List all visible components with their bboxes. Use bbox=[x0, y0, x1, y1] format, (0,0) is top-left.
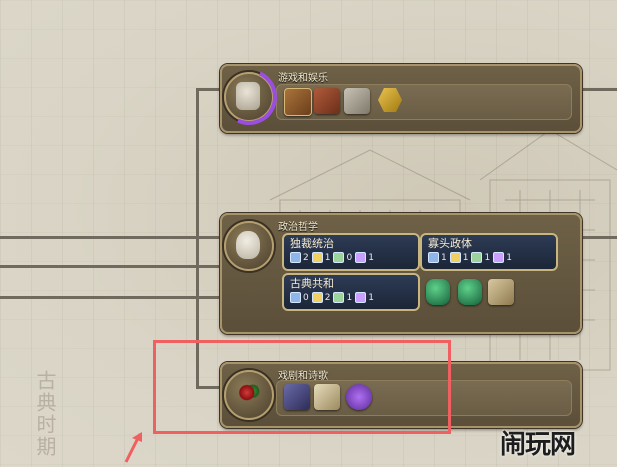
slot-count: 2 bbox=[324, 292, 331, 303]
military-slot-icon bbox=[290, 252, 301, 263]
slot-count: 0 bbox=[303, 292, 309, 303]
slot-count: 1 bbox=[368, 252, 374, 263]
slot-count: 2 bbox=[303, 252, 309, 263]
diplomatic-slot-icon bbox=[333, 252, 345, 263]
government-oligarchy[interactable]: 寡头政体 1 1 1 1 bbox=[420, 233, 558, 271]
building-icon[interactable] bbox=[284, 88, 312, 116]
era-label: 古典时期 bbox=[33, 370, 57, 458]
government-name: 古典共和 bbox=[290, 277, 334, 290]
civic-title: 政治哲学 bbox=[278, 222, 318, 233]
civic-title: 游戏和娱乐 bbox=[278, 73, 328, 84]
policy-card-icon[interactable] bbox=[458, 279, 482, 305]
economic-slot-icon bbox=[449, 252, 461, 263]
diplomatic-slot-icon bbox=[471, 252, 483, 263]
policy-slots: 2 1 0 1 bbox=[290, 252, 374, 263]
military-slot-icon bbox=[428, 252, 439, 263]
slot-count: 1 bbox=[506, 252, 512, 263]
civic-card-politics[interactable]: 政治哲学 独裁统治 2 1 0 1 寡头政体 1 1 1 1 古典共和 0 2 … bbox=[220, 213, 582, 334]
highlight-box bbox=[153, 340, 451, 434]
government-autocracy[interactable]: 独裁统治 2 1 0 1 bbox=[282, 233, 420, 271]
site-watermark: 闹玩网 bbox=[500, 430, 576, 460]
colosseum-icon[interactable] bbox=[344, 88, 370, 114]
slot-count: 1 bbox=[368, 292, 374, 303]
civic-card-games[interactable]: 游戏和娱乐 bbox=[213, 61, 582, 133]
district-icon[interactable] bbox=[314, 88, 340, 114]
government-name: 独裁统治 bbox=[290, 237, 334, 250]
policy-slots: 1 1 1 1 bbox=[428, 252, 512, 263]
military-slot-icon bbox=[290, 292, 301, 303]
diplomatic-slot-icon bbox=[333, 292, 345, 303]
connector-line bbox=[580, 88, 617, 91]
government-classical-republic[interactable]: 古典共和 0 2 1 1 bbox=[282, 273, 420, 311]
slot-count: 1 bbox=[484, 252, 491, 263]
civic-medallion[interactable] bbox=[213, 61, 285, 133]
connector-line bbox=[580, 236, 617, 239]
statue-icon bbox=[236, 82, 260, 110]
slot-count: 1 bbox=[462, 252, 469, 263]
slot-count: 1 bbox=[324, 252, 331, 263]
building-icon[interactable] bbox=[488, 279, 514, 305]
slot-count: 0 bbox=[346, 252, 353, 263]
economic-slot-icon bbox=[311, 252, 323, 263]
slot-count: 1 bbox=[346, 292, 353, 303]
slot-count: 1 bbox=[441, 252, 447, 263]
wildcard-slot-icon bbox=[355, 292, 367, 303]
policy-slots: 0 2 1 1 bbox=[290, 292, 374, 303]
wildcard-slot-icon bbox=[493, 252, 505, 263]
philosopher-bust-icon bbox=[236, 231, 260, 259]
government-name: 寡头政体 bbox=[428, 237, 472, 250]
economic-slot-icon bbox=[311, 292, 323, 303]
pointer-arrow-icon bbox=[124, 432, 142, 463]
wildcard-slot-icon bbox=[355, 252, 367, 263]
civic-medallion[interactable] bbox=[224, 221, 274, 271]
policy-card-icon[interactable] bbox=[426, 279, 450, 305]
